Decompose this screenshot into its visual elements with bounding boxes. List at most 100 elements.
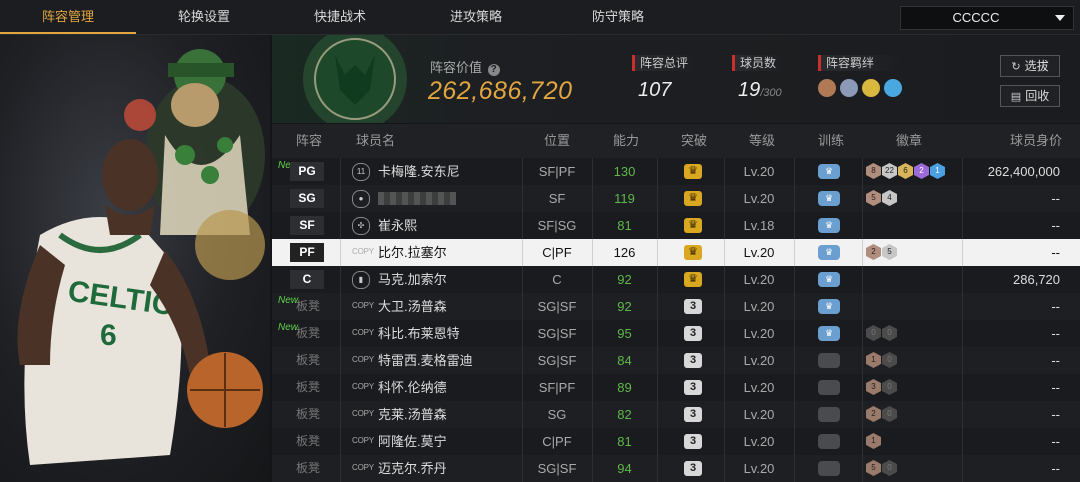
- badge-icon: 2: [914, 163, 929, 179]
- bench-label[interactable]: 板凳: [296, 455, 320, 482]
- bench-label[interactable]: 板凳: [296, 293, 320, 320]
- training-icon[interactable]: [818, 434, 840, 449]
- table-row[interactable]: 板凳 COPY 迈克尔.乔丹 SG|SF 94 3 Lv.20 5 0 --: [272, 455, 1080, 482]
- copy-card-icon: COPY: [352, 382, 374, 391]
- badge-icon: 5: [866, 190, 881, 206]
- question-icon[interactable]: ?: [487, 64, 500, 76]
- bond-icon[interactable]: [818, 79, 836, 97]
- table-row[interactable]: SF ✣ 崔永熙 SF|SG 81 ♛ Lv.18 ♛ --: [272, 212, 1080, 239]
- training-icon[interactable]: ♛: [818, 191, 840, 206]
- training-icon[interactable]: [818, 461, 840, 476]
- select-button[interactable]: ↻ 选拔: [1000, 55, 1060, 77]
- player-level: Lv.20: [743, 353, 775, 368]
- bench-label[interactable]: 板凳: [296, 374, 320, 401]
- training-icon[interactable]: ♛: [818, 272, 840, 287]
- player-name[interactable]: 科比.布莱恩特: [378, 320, 460, 347]
- column-divider: [794, 158, 795, 185]
- lineup-slot-badge[interactable]: C: [290, 270, 324, 289]
- breakthrough-level[interactable]: 3: [684, 407, 702, 422]
- badge-list[interactable]: 10: [866, 352, 897, 368]
- training-icon[interactable]: ♛: [818, 326, 840, 341]
- tab-lineup-management[interactable]: 阵容管理: [0, 0, 136, 34]
- tab-defense-strategy[interactable]: 防守策略: [550, 0, 686, 34]
- recycle-button[interactable]: ▤ 回收: [1000, 85, 1060, 107]
- table-row[interactable]: 板凳 COPY 阿隆佐.莫宁 C|PF 81 3 Lv.20 1 --: [272, 428, 1080, 455]
- column-divider: [340, 266, 341, 293]
- column-divider: [862, 428, 863, 455]
- player-name[interactable]: 特雷西.麦格雷迪: [378, 347, 473, 374]
- table-row[interactable]: PF COPY 比尔.拉塞尔 C|PF 126 ♛ Lv.20 ♛ 2 5 --: [272, 239, 1080, 266]
- player-name[interactable]: 崔永熙: [378, 212, 417, 239]
- table-row[interactable]: New PG 11 卡梅隆.安东尼 SF|PF 130 ♛ Lv.20 ♛ 8 22 6 2 1 262,4…: [272, 158, 1080, 185]
- player-name-blurred[interactable]: [378, 185, 456, 214]
- crown-icon[interactable]: ♛: [684, 245, 702, 260]
- breakthrough-level[interactable]: 3: [684, 461, 702, 476]
- player-name[interactable]: 迈克尔.乔丹: [378, 455, 447, 482]
- bench-label[interactable]: 板凳: [296, 428, 320, 455]
- overall-rating-block: 阵容总评 107: [632, 55, 699, 102]
- tab-rotation-settings[interactable]: 轮换设置: [136, 0, 272, 34]
- table-row[interactable]: C ▮ 马克.加索尔 C 92 ♛ Lv.20 ♛ 286,720: [272, 266, 1080, 293]
- column-divider: [657, 455, 658, 482]
- crown-icon[interactable]: ♛: [684, 191, 702, 206]
- player-name[interactable]: 阿隆佐.莫宁: [378, 428, 447, 455]
- badge-list[interactable]: 20: [866, 406, 897, 422]
- bench-label[interactable]: 板凳: [296, 347, 320, 374]
- lineup-slot-badge[interactable]: SG: [290, 189, 324, 208]
- table-row[interactable]: New 板凳 COPY 大卫.汤普森 SG|SF 92 3 Lv.20 ♛ --: [272, 293, 1080, 320]
- training-icon[interactable]: ♛: [818, 218, 840, 233]
- table-row[interactable]: 板凳 COPY 克莱.汤普森 SG 82 3 Lv.20 2 0 --: [272, 401, 1080, 428]
- breakthrough-level[interactable]: 3: [684, 326, 702, 341]
- training-icon[interactable]: [818, 380, 840, 395]
- player-name[interactable]: 克莱.汤普森: [378, 401, 447, 428]
- column-divider: [794, 428, 795, 455]
- bond-icon[interactable]: [840, 79, 858, 97]
- bench-label[interactable]: 板凳: [296, 320, 320, 347]
- lineup-slot-badge[interactable]: SF: [290, 216, 324, 235]
- player-name[interactable]: 科怀.伦纳德: [378, 374, 447, 401]
- player-name[interactable]: 卡梅隆.安东尼: [378, 158, 460, 185]
- badge-list[interactable]: 30: [866, 379, 897, 395]
- training-icon[interactable]: [818, 407, 840, 422]
- column-divider: [340, 374, 341, 401]
- bond-icon[interactable]: [862, 79, 880, 97]
- user-selector-dropdown[interactable]: CCCCC: [900, 6, 1074, 30]
- breakthrough-level[interactable]: 3: [684, 434, 702, 449]
- bond-icon[interactable]: [884, 79, 902, 97]
- table-row[interactable]: SG ● SF 119 ♛ Lv.20 ♛ 5 4 --: [272, 185, 1080, 212]
- player-name[interactable]: 比尔.拉塞尔: [378, 239, 447, 266]
- player-name[interactable]: 大卫.汤普森: [378, 293, 447, 320]
- crown-icon[interactable]: ♛: [684, 218, 702, 233]
- player-count-block: 球员数 19/300: [732, 55, 787, 102]
- badge-icon: 0: [866, 325, 881, 341]
- training-icon[interactable]: [818, 353, 840, 368]
- crown-icon[interactable]: ♛: [684, 272, 702, 287]
- lineup-value: 262,686,720: [428, 77, 573, 105]
- badge-list[interactable]: 8 22 6 2 1: [866, 163, 945, 179]
- tab-offense-strategy[interactable]: 进攻策略: [408, 0, 544, 34]
- blurred-name-mask: [378, 192, 456, 205]
- training-icon[interactable]: ♛: [818, 245, 840, 260]
- training-icon[interactable]: ♛: [818, 164, 840, 179]
- badge-list[interactable]: 25: [866, 244, 897, 260]
- badge-list[interactable]: 1: [866, 433, 881, 449]
- table-row[interactable]: 板凳 COPY 特雷西.麦格雷迪 SG|SF 84 3 Lv.20 1 0 --: [272, 347, 1080, 374]
- player-value: --: [1051, 434, 1060, 449]
- badge-icon: 5: [882, 244, 897, 260]
- table-row[interactable]: 板凳 COPY 科怀.伦纳德 SF|PF 89 3 Lv.20 3 0 --: [272, 374, 1080, 401]
- training-icon[interactable]: ♛: [818, 299, 840, 314]
- badge-list[interactable]: 54: [866, 190, 897, 206]
- bench-label[interactable]: 板凳: [296, 401, 320, 428]
- breakthrough-level[interactable]: 3: [684, 299, 702, 314]
- crown-icon[interactable]: ♛: [684, 164, 702, 179]
- player-name[interactable]: 马克.加索尔: [378, 266, 447, 293]
- badge-list[interactable]: 50: [866, 460, 897, 476]
- player-position: SF|SG: [537, 218, 577, 233]
- breakthrough-level[interactable]: 3: [684, 353, 702, 368]
- badge-list[interactable]: 00: [866, 325, 897, 341]
- table-row[interactable]: New 板凳 COPY 科比.布莱恩特 SG|SF 95 3 Lv.20 ♛ 0 0 --: [272, 320, 1080, 347]
- tab-quick-tactics[interactable]: 快捷战术: [272, 0, 408, 34]
- lineup-slot-badge[interactable]: PG: [290, 162, 324, 181]
- lineup-slot-badge[interactable]: PF: [290, 243, 324, 262]
- breakthrough-level[interactable]: 3: [684, 380, 702, 395]
